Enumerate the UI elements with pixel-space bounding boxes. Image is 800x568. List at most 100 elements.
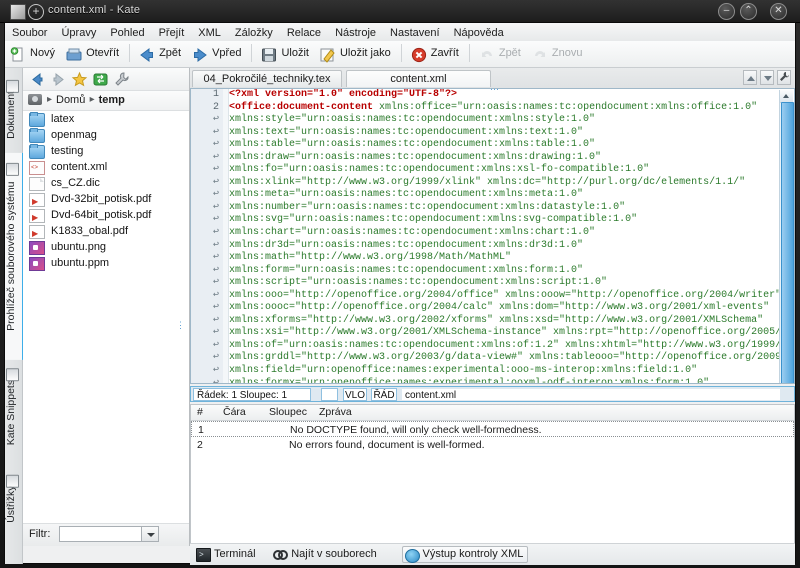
- results-row[interactable]: 2 No errors found, document is well-forme…: [191, 437, 794, 453]
- code-line: xmlns:xsi="http://www.w3.org/2001/XMLSch…: [229, 327, 780, 339]
- minimize-button[interactable]: –: [718, 3, 735, 20]
- results-column-header[interactable]: #: [197, 406, 203, 418]
- code-line: xmlns:grddl="http://www.w3.org/2003/g/da…: [229, 352, 780, 364]
- window-title: content.xml - Kate: [48, 4, 141, 16]
- menu-item-nastaven-[interactable]: Nastavení: [383, 23, 447, 41]
- toolbar-button-label: Uložit: [281, 47, 309, 60]
- sidebar-tab--st-i-ky[interactable]: Ústřižky: [5, 465, 22, 544]
- document-tab-label: content.xml: [390, 73, 447, 85]
- file-list-item[interactable]: K1833_obal.pdf: [23, 223, 189, 242]
- sync-icon[interactable]: [92, 71, 109, 88]
- zp-t-button[interactable]: Zpět: [134, 41, 187, 65]
- line-mode-indicator[interactable]: ŘÁD: [371, 388, 397, 401]
- bottom-tool-views-bar: Terminál Najít v souborech Výstup kontroly…: [190, 543, 795, 565]
- file-name: latex: [51, 113, 75, 125]
- wrap-marker: ↩: [212, 339, 219, 351]
- sidebar-tab-kate-snippets[interactable]: Kate Snippets: [5, 358, 22, 467]
- close-button[interactable]: ✕: [770, 3, 787, 20]
- results-column-header[interactable]: Sloupec: [269, 406, 307, 418]
- document-tab-active[interactable]: content.xml: [346, 70, 491, 87]
- scrollbar-thumb[interactable]: [781, 102, 794, 383]
- breadcrumb-item-dom-[interactable]: Domů: [56, 94, 85, 106]
- tab-scroll-up-button[interactable]: [743, 70, 757, 85]
- code-line: xmlns:meta="urn:oasis:names:tc:opendocum…: [229, 189, 584, 201]
- bookmark-star-icon[interactable]: [71, 71, 88, 88]
- menu-item-n-stroje[interactable]: Nástroje: [328, 23, 383, 41]
- results-row-number: 2: [197, 439, 203, 451]
- back-arrow-icon: [139, 47, 155, 63]
- undo-icon: [479, 47, 495, 63]
- sidebar-tab-label: Kate Snippets: [5, 379, 17, 446]
- document-tab-inactive[interactable]: 04_Pokročilé_techniky.tex: [192, 70, 342, 87]
- menu-item--pravy[interactable]: Úpravy: [54, 23, 103, 41]
- menu-item-n-pov-da[interactable]: Nápověda: [447, 23, 511, 41]
- wrap-marker: ↩: [212, 214, 219, 226]
- menu-item-xml[interactable]: XML: [191, 23, 228, 41]
- plus-circle-icon[interactable]: +: [28, 4, 44, 20]
- line-number-gutter: 12↩↩↩↩↩↩↩↩↩↩↩↩↩↩↩↩↩↩↩↩↩↩↩↩↩: [191, 89, 224, 383]
- folder-icon: [29, 128, 45, 143]
- panel-resize-dots[interactable]: ⋮: [176, 321, 185, 330]
- ulo-it-button[interactable]: Uložit: [256, 41, 315, 65]
- results-column-header[interactable]: Zpráva: [319, 406, 352, 418]
- filter-dropdown-button[interactable]: [141, 526, 159, 542]
- file-list-item[interactable]: Dvd-64bit_potisk.pdf: [23, 207, 189, 226]
- file-list-item[interactable]: testing: [23, 143, 189, 159]
- file-list-item[interactable]: openmag: [23, 127, 189, 143]
- code-line: xmlns:math="http://www.w3.org/1998/Math/…: [229, 252, 512, 264]
- file-list-item[interactable]: cs_CZ.dic: [23, 175, 189, 191]
- code-line: xmlns:number="urn:oasis:names:tc:opendoc…: [229, 201, 626, 213]
- back-arrow-icon[interactable]: [29, 71, 46, 88]
- ulo-it-jako-button[interactable]: Uložit jako: [315, 41, 397, 65]
- results-column-header[interactable]: Čára: [223, 406, 246, 418]
- wrap-marker: ↩: [212, 302, 219, 314]
- file-list-item[interactable]: latex: [23, 111, 189, 127]
- code-line: xmlns:field="urn:openoffice:names:experi…: [229, 365, 698, 377]
- filter-label: Filtr:: [29, 528, 51, 540]
- nov--button[interactable]: Nový: [5, 41, 61, 65]
- editor-vertical-scrollbar[interactable]: [779, 90, 794, 383]
- menu-item-p-ej-t[interactable]: Přejít: [152, 23, 192, 41]
- xml-icon: [29, 160, 45, 176]
- file-list-item[interactable]: ubuntu.png: [23, 239, 189, 255]
- zav-t-button[interactable]: Zavřít: [406, 41, 465, 65]
- file-name: openmag: [51, 129, 97, 141]
- vp-ed-button[interactable]: Vpřed: [187, 41, 247, 65]
- menu-item-soubor[interactable]: Soubor: [5, 23, 54, 41]
- tab-scroll-down-button[interactable]: [760, 70, 774, 85]
- file-list-item[interactable]: Dvd-32bit_potisk.pdf: [23, 191, 189, 210]
- wrap-marker: ↩: [212, 352, 219, 364]
- menu-item-pohled[interactable]: Pohled: [103, 23, 151, 41]
- wrap-marker: ↩: [212, 114, 219, 126]
- cursor-position: Řádek: 1 Sloupec: 1: [193, 388, 311, 401]
- binoculars-icon: [273, 548, 289, 560]
- code-text-content[interactable]: <?xml version="1.0" encoding="UTF-8"?> <o…: [229, 89, 780, 383]
- code-line: <office:document-content xmlns:office="u…: [229, 101, 758, 113]
- results-rows[interactable]: 1 No DOCTYPE found, will only check well-…: [191, 421, 794, 453]
- file-list-item[interactable]: ubuntu.ppm: [23, 255, 189, 271]
- breadcrumb[interactable]: ▸ Domů ▸ temp: [23, 91, 189, 111]
- maximize-button[interactable]: ⌃: [740, 3, 757, 20]
- file-name: cs_CZ.dic: [51, 177, 100, 189]
- document-icon: [10, 4, 26, 20]
- splitter-handle-dots[interactable]: ⋯: [490, 84, 499, 95]
- wrap-marker: ↩: [212, 227, 219, 239]
- sidebar-tab-dokumenty[interactable]: Dokumenty: [5, 70, 22, 155]
- sidebar-tab-prohl-e-souborov-ho-syst-mu[interactable]: Prohlížeč souborového systému: [5, 152, 24, 360]
- insert-mode-indicator[interactable]: VLO: [343, 388, 367, 401]
- toolview-button-naj-t-v-souborech[interactable]: Najít v souborech: [271, 546, 381, 562]
- tab-config-button[interactable]: [777, 70, 791, 85]
- toolview-button-v-stup-kontroly-xml[interactable]: Výstup kontroly XML: [401, 546, 529, 563]
- code-editor[interactable]: 12↩↩↩↩↩↩↩↩↩↩↩↩↩↩↩↩↩↩↩↩↩↩↩↩↩ <?xml versio…: [190, 88, 795, 384]
- results-row[interactable]: 1 No DOCTYPE found, will only check well-…: [191, 421, 794, 437]
- menu-item-z-lo-ky[interactable]: Záložky: [228, 23, 280, 41]
- toolview-button-termin-l[interactable]: Terminál: [194, 546, 260, 563]
- file-list[interactable]: latex openmag testing content.xml cs_CZ.dic D…: [23, 111, 189, 524]
- file-list-item[interactable]: content.xml: [23, 159, 189, 176]
- otev-t-button[interactable]: Otevřít: [61, 41, 125, 65]
- breadcrumb-item-temp[interactable]: temp: [99, 94, 125, 106]
- forward-arrow-icon[interactable]: [50, 71, 67, 88]
- wrap-marker: ↩: [212, 151, 219, 163]
- menu-item-relace[interactable]: Relace: [280, 23, 328, 41]
- configure-wrench-icon[interactable]: [113, 71, 130, 88]
